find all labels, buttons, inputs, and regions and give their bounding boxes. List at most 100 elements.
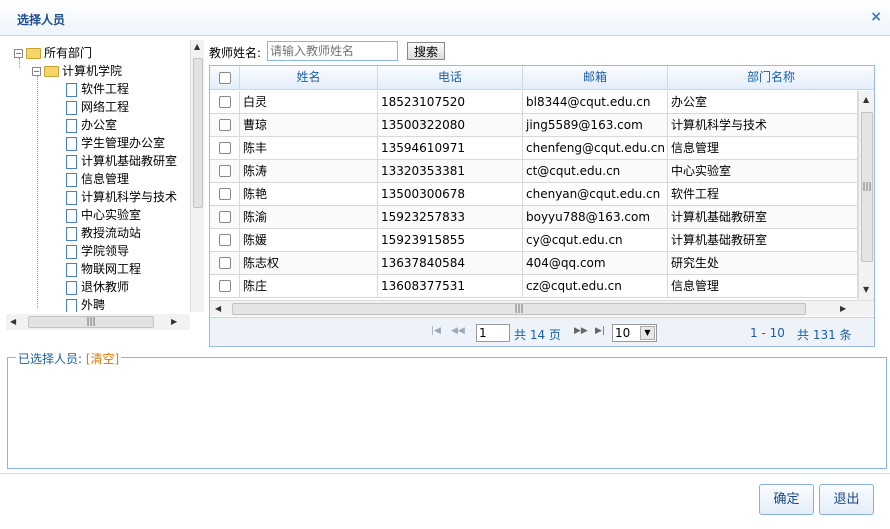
last-page-icon[interactable]: ▶|	[595, 326, 605, 336]
document-icon	[66, 262, 77, 277]
scroll-left-icon[interactable]: ◀	[10, 317, 16, 326]
tree-vertical-scrollbar[interactable]: ▲	[190, 40, 204, 312]
cell-email: boyyu788@163.com	[523, 206, 668, 229]
search-button[interactable]: 搜索	[407, 42, 445, 60]
teacher-name-input[interactable]	[267, 41, 398, 61]
grid-horizontal-scrollbar[interactable]: ◀ ||| ▶	[210, 300, 874, 316]
scroll-up-icon[interactable]: ▲	[863, 95, 869, 104]
next-page-icon[interactable]: ▶▶	[574, 326, 588, 336]
grid-scroll-thumb[interactable]: |||	[861, 112, 873, 262]
tree-node-label: 计算机基础教研室	[81, 154, 178, 168]
tree-node-label: 学院领导	[81, 244, 130, 258]
tree-node-dept[interactable]: 物联网工程	[66, 260, 141, 278]
table-row[interactable]: 白灵 18523107520 bl8344@cqut.edu.cn 办公室	[210, 91, 858, 114]
grid-vertical-scrollbar[interactable]: ▲ ||| ▼	[858, 91, 874, 300]
column-header-email[interactable]: 邮箱	[523, 66, 668, 90]
tree-node-root[interactable]: − 所有部门	[14, 44, 92, 62]
tree-node-dept[interactable]: 信息管理	[66, 170, 129, 188]
grid-hscroll-thumb[interactable]: |||	[232, 303, 806, 315]
tree-node-dept[interactable]: 软件工程	[66, 80, 129, 98]
table-row[interactable]: 陈志权 13637840584 404@qq.com 研究生处	[210, 252, 858, 275]
first-page-icon[interactable]: |◀	[431, 326, 441, 336]
column-header-dept[interactable]: 部门名称	[668, 66, 874, 90]
row-checkbox[interactable]	[218, 256, 231, 269]
table-row[interactable]: 陈涛 13320353381 ct@cqut.edu.cn 中心实验室	[210, 160, 858, 183]
tree-node-dept[interactable]: 学院领导	[66, 242, 129, 260]
table-row[interactable]: 陈渝 15923257833 boyyu788@163.com 计算机基础教研室	[210, 206, 858, 229]
tree-node-college[interactable]: − 计算机学院	[32, 62, 122, 80]
cell-email: chenyan@cqut.edu.cn	[523, 183, 668, 206]
tree-node-dept[interactable]: 办公室	[66, 116, 117, 134]
column-header-name[interactable]: 姓名	[240, 66, 378, 90]
cell-dept: 计算机基础教研室	[668, 229, 858, 252]
pagination-bar: |◀ ◀◀ 共 14 页 ▶▶ ▶| 10 ▼ 1 - 10 共 131 条	[210, 317, 874, 346]
cell-email: chenfeng@cqut.edu.cn	[523, 137, 668, 160]
cell-name: 陈艳	[240, 183, 378, 206]
row-checkbox[interactable]	[218, 141, 231, 154]
cell-name: 陈涛	[240, 160, 378, 183]
tree-hscroll-thumb[interactable]: |||	[28, 316, 154, 328]
row-checkbox[interactable]	[218, 164, 231, 177]
cell-phone: 13500322080	[378, 114, 523, 137]
table-row[interactable]: 曹琼 13500322080 jing5589@163.com 计算机科学与技术	[210, 114, 858, 137]
cell-phone: 15923257833	[378, 206, 523, 229]
tree-node-dept[interactable]: 退休教师	[66, 278, 129, 296]
page-size-value: 10	[615, 326, 631, 340]
tree-node-dept[interactable]: 网络工程	[66, 98, 129, 116]
cell-name: 陈渝	[240, 206, 378, 229]
table-row[interactable]: 陈庄 13608377531 cz@cqut.edu.cn 信息管理	[210, 275, 858, 298]
tree-content: − 所有部门 − 计算机学院 软件工程网络工程 办公室 学生管理办公室计算机基础教研室信…	[6, 40, 186, 312]
tree-node-dept[interactable]: 外聘	[66, 296, 105, 312]
select-all-checkbox[interactable]	[218, 71, 231, 84]
cell-dept: 办公室	[668, 91, 858, 114]
tree-node-dept[interactable]: 计算机科学与技术	[66, 188, 177, 206]
collapse-icon[interactable]: −	[14, 49, 23, 58]
scroll-right-icon[interactable]: ▶	[840, 304, 846, 313]
total-pages: 共 14 页	[514, 328, 561, 342]
dialog-titlebar: 选择人员 ×	[0, 0, 890, 36]
select-person-dialog: 选择人员 × − 所有部门 − 计算机学院 软件工程 网络工程 办公室 学生管理办公室 计算…	[0, 0, 890, 529]
cell-name: 陈志权	[240, 252, 378, 275]
row-checkbox[interactable]	[218, 118, 231, 131]
row-checkbox[interactable]	[218, 279, 231, 292]
table-row[interactable]: 陈艳 13500300678 chenyan@cqut.edu.cn 软件工程	[210, 183, 858, 206]
cell-email: jing5589@163.com	[523, 114, 668, 137]
row-checkbox[interactable]	[218, 187, 231, 200]
exit-button[interactable]: 退出	[819, 484, 874, 515]
scroll-right-icon[interactable]: ▶	[171, 317, 177, 326]
row-checkbox[interactable]	[218, 210, 231, 223]
table-row[interactable]: 陈媛 15923915855 cy@cqut.edu.cn 计算机基础教研室	[210, 229, 858, 252]
tree-scroll-thumb[interactable]	[193, 58, 203, 208]
dialog-footer	[0, 473, 890, 529]
tree-horizontal-scrollbar[interactable]: ◀ ||| ▶	[6, 314, 190, 330]
confirm-button[interactable]: 确定	[759, 484, 814, 515]
tree-node-dept[interactable]: 中心实验室	[66, 206, 141, 224]
document-icon	[66, 118, 77, 133]
page-size-select[interactable]: 10 ▼	[612, 324, 657, 342]
clear-link[interactable]: [清空]	[86, 352, 119, 366]
table-row[interactable]: 陈丰 13594610971 chenfeng@cqut.edu.cn 信息管理	[210, 137, 858, 160]
tree-node-label: 物联网工程	[81, 262, 142, 276]
folder-icon	[26, 48, 41, 59]
cell-email: cz@cqut.edu.cn	[523, 275, 668, 298]
scroll-up-icon[interactable]: ▲	[194, 42, 200, 51]
tree-node-label: 软件工程	[81, 82, 130, 96]
chevron-down-icon[interactable]: ▼	[640, 326, 655, 340]
row-checkbox-cell	[210, 229, 240, 252]
row-checkbox[interactable]	[218, 233, 231, 246]
collapse-icon[interactable]: −	[32, 67, 41, 76]
row-checkbox[interactable]	[218, 95, 231, 108]
scroll-down-icon[interactable]: ▼	[863, 285, 869, 294]
column-header-phone[interactable]: 电话	[378, 66, 523, 90]
tree-node-dept[interactable]: 学生管理办公室	[66, 134, 165, 152]
row-checkbox-cell	[210, 183, 240, 206]
prev-page-icon[interactable]: ◀◀	[451, 326, 465, 336]
tree-node-dept[interactable]: 教授流动站	[66, 224, 141, 242]
grid-body: 白灵 18523107520 bl8344@cqut.edu.cn 办公室 曹琼 1350…	[210, 91, 858, 300]
cell-dept: 信息管理	[668, 275, 858, 298]
grid-header: 姓名 电话 邮箱 部门名称	[210, 66, 874, 90]
page-number-input[interactable]	[476, 324, 510, 342]
close-icon[interactable]: ×	[870, 9, 882, 25]
tree-node-dept[interactable]: 计算机基础教研室	[66, 152, 177, 170]
scroll-left-icon[interactable]: ◀	[215, 304, 221, 313]
